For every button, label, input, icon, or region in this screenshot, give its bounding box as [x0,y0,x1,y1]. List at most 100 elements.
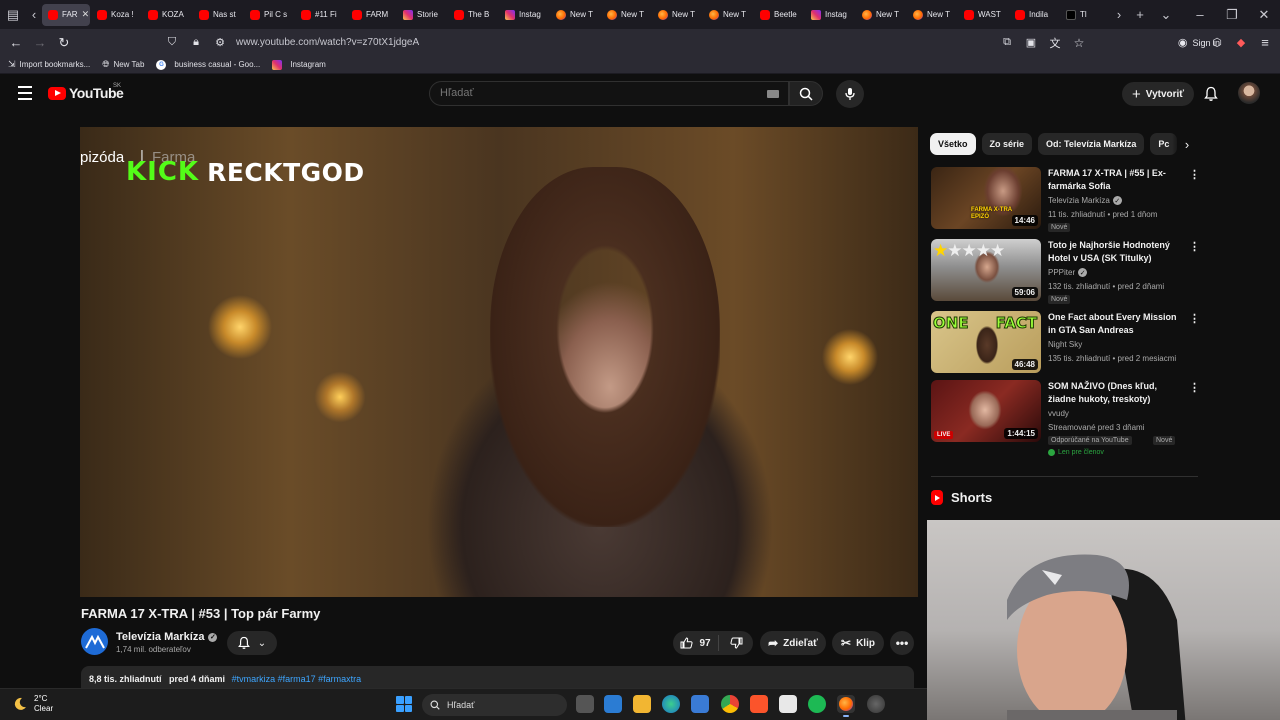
notifications-button[interactable] [1200,83,1222,105]
screenshot-icon[interactable]: ⧉ [995,29,1019,56]
reload-icon[interactable]: ↻ [52,29,76,56]
keyboard-icon[interactable] [767,90,779,98]
reader-view-icon[interactable]: ▣ [1019,29,1043,56]
extensions-icon[interactable]: ⬡ [1205,29,1229,56]
browser-tab[interactable]: FAR ✕ [42,3,90,26]
browser-tab[interactable]: Nas st [193,4,243,26]
recommendation-thumbnail[interactable]: LIVE 1:44:15 [931,380,1041,442]
video-player[interactable]: pizóda | Farma KICK RECKTGOD [80,127,918,597]
taskbar-search[interactable]: Hľadať [422,694,567,716]
browser-tab[interactable]: WAST [958,4,1008,26]
bookmark-import[interactable]: ⇲ Import bookmarks... [8,59,90,70]
share-button[interactable]: ➦ Zdieľať [760,631,826,655]
tab-overflow-chevron-icon[interactable]: ⌄ [1153,0,1179,29]
browser-tab[interactable]: New T [652,4,702,26]
recommendation-thumbnail[interactable]: ONE FACT 46:48 [931,311,1041,373]
bookmark-new-tab[interactable]: 🌐︎ New Tab [102,59,144,70]
recommendation-channel: Night Sky [1048,340,1082,349]
close-tab-icon[interactable]: ✕ [82,9,90,20]
dislike-button[interactable] [719,637,753,649]
chrome-icon[interactable] [721,695,739,713]
scroll-tabs-right-icon[interactable]: › [1111,0,1127,29]
create-button[interactable]: + Vytvoriť [1122,82,1195,106]
hamburger-menu-icon[interactable] [14,82,36,104]
bookmark-business-casual[interactable]: Gbusiness casual - Goo... [156,59,260,70]
shield-icon[interactable]: ⛉ [160,29,184,56]
more-vertical-icon[interactable]: ⋮ [1189,381,1200,394]
subscription-notifications-button[interactable]: ⌄ [227,631,277,655]
browser-tab[interactable]: Storie [397,4,447,26]
browser-tab[interactable]: KOZA [142,4,192,26]
url-bar[interactable]: www.youtube.com/watch?v=z70tX1jdgeA [236,37,419,48]
browser-tab[interactable]: FARM [346,4,396,26]
close-window-icon[interactable]: ✕ [1248,0,1280,29]
spotify-icon[interactable] [808,695,826,713]
tab-list-icon[interactable]: ▤ [0,0,26,29]
file-explorer-icon[interactable] [633,695,651,713]
user-avatar[interactable] [1238,82,1260,104]
webcam-person [1007,554,1186,720]
chips-next-chevron-icon[interactable]: › [1172,133,1194,155]
browser-tab[interactable]: Koza ! [91,4,141,26]
recommendation-item[interactable]: FARMA X-TRA EPIZÓ 14:46 FARMA 17 X-TRA |… [931,167,1200,232]
recommendation-thumbnail[interactable]: FARMA X-TRA EPIZÓ 14:46 [931,167,1041,229]
permissions-icon[interactable]: ⚙︎ [208,29,232,56]
microsoft-store-icon[interactable] [604,695,622,713]
scroll-tabs-left-icon[interactable]: ‹ [26,0,42,29]
notepad-icon[interactable] [779,695,797,713]
browser-tab[interactable]: New T [856,4,906,26]
photos-icon[interactable] [691,695,709,713]
chip-from-channel[interactable]: Od: Televízia Markíza [1038,133,1145,155]
browser-tab[interactable]: Instag [499,4,549,26]
country-code: SK [113,83,122,89]
translate-icon[interactable]: 文 [1043,29,1067,56]
recommendation-item[interactable]: ★★★★★ 59:06 Toto je Najhoršie Hodnotený … [931,239,1200,304]
edge-browser-icon[interactable] [662,695,680,713]
browser-tab[interactable]: The B [448,4,498,26]
browser-tab[interactable]: #11 Fi [295,4,345,26]
firefox-taskbar-icon[interactable] [837,695,855,717]
brave-browser-icon[interactable] [750,695,768,713]
bookmark-star-icon[interactable]: ☆ [1067,29,1091,56]
channel-avatar[interactable] [81,628,108,655]
search-button[interactable] [789,81,823,106]
obs-studio-icon[interactable] [867,695,885,713]
bookmark-instagram[interactable]: Instagram [272,59,326,70]
youtube-icon [760,9,770,20]
chip-from-series[interactable]: Zo série [981,133,1033,155]
app-menu-icon[interactable]: ≡ [1253,29,1277,56]
browser-tab[interactable]: Indila [1009,4,1059,26]
like-button[interactable]: 97 [673,635,719,651]
browser-tab[interactable]: Instag [805,4,855,26]
more-vertical-icon[interactable]: ⋮ [1189,168,1200,181]
extension-badge-icon[interactable]: ◆ [1229,29,1253,56]
minimize-window-icon[interactable]: – [1184,0,1216,29]
voice-search-button[interactable] [836,80,864,108]
browser-tab[interactable]: Pil C s [244,4,294,26]
lock-icon[interactable]: 🔒︎ [184,29,208,56]
windows-start-icon[interactable] [396,696,412,712]
more-vertical-icon[interactable]: ⋮ [1189,312,1200,325]
browser-tab[interactable]: New T [550,4,600,26]
more-actions-button[interactable]: ••• [890,631,914,655]
new-tab-icon[interactable]: + [1127,0,1153,29]
recommendation-item[interactable]: LIVE 1:44:15 SOM NAŽIVO (Dnes kľud, žiad… [931,380,1200,460]
weather-widget[interactable]: 2°C Clear [12,694,53,714]
browser-tab[interactable]: New T [601,4,651,26]
recommendation-thumbnail[interactable]: ★★★★★ 59:06 [931,239,1041,301]
restore-window-icon[interactable]: ❐ [1216,0,1248,29]
browser-tab[interactable]: New T [907,4,957,26]
browser-tab[interactable]: Tl [1060,4,1110,26]
more-vertical-icon[interactable]: ⋮ [1189,240,1200,253]
back-icon[interactable]: ← [4,29,28,56]
chip-all[interactable]: Všetko [930,133,976,155]
task-view-icon[interactable] [576,695,594,713]
recommendation-item[interactable]: ONE FACT 46:48 One Fact about Every Miss… [931,311,1200,375]
hashtags[interactable]: #tvmarkiza #farma17 #farmaxtra [232,674,362,684]
browser-tab[interactable]: Beetle [754,4,804,26]
browser-tab[interactable]: New T [703,4,753,26]
search-input[interactable] [440,87,740,99]
clip-button[interactable]: ✂ Klip [832,631,884,655]
forward-icon[interactable]: → [28,29,52,56]
channel-name[interactable]: Televízia Markíza ✓ [116,631,218,643]
